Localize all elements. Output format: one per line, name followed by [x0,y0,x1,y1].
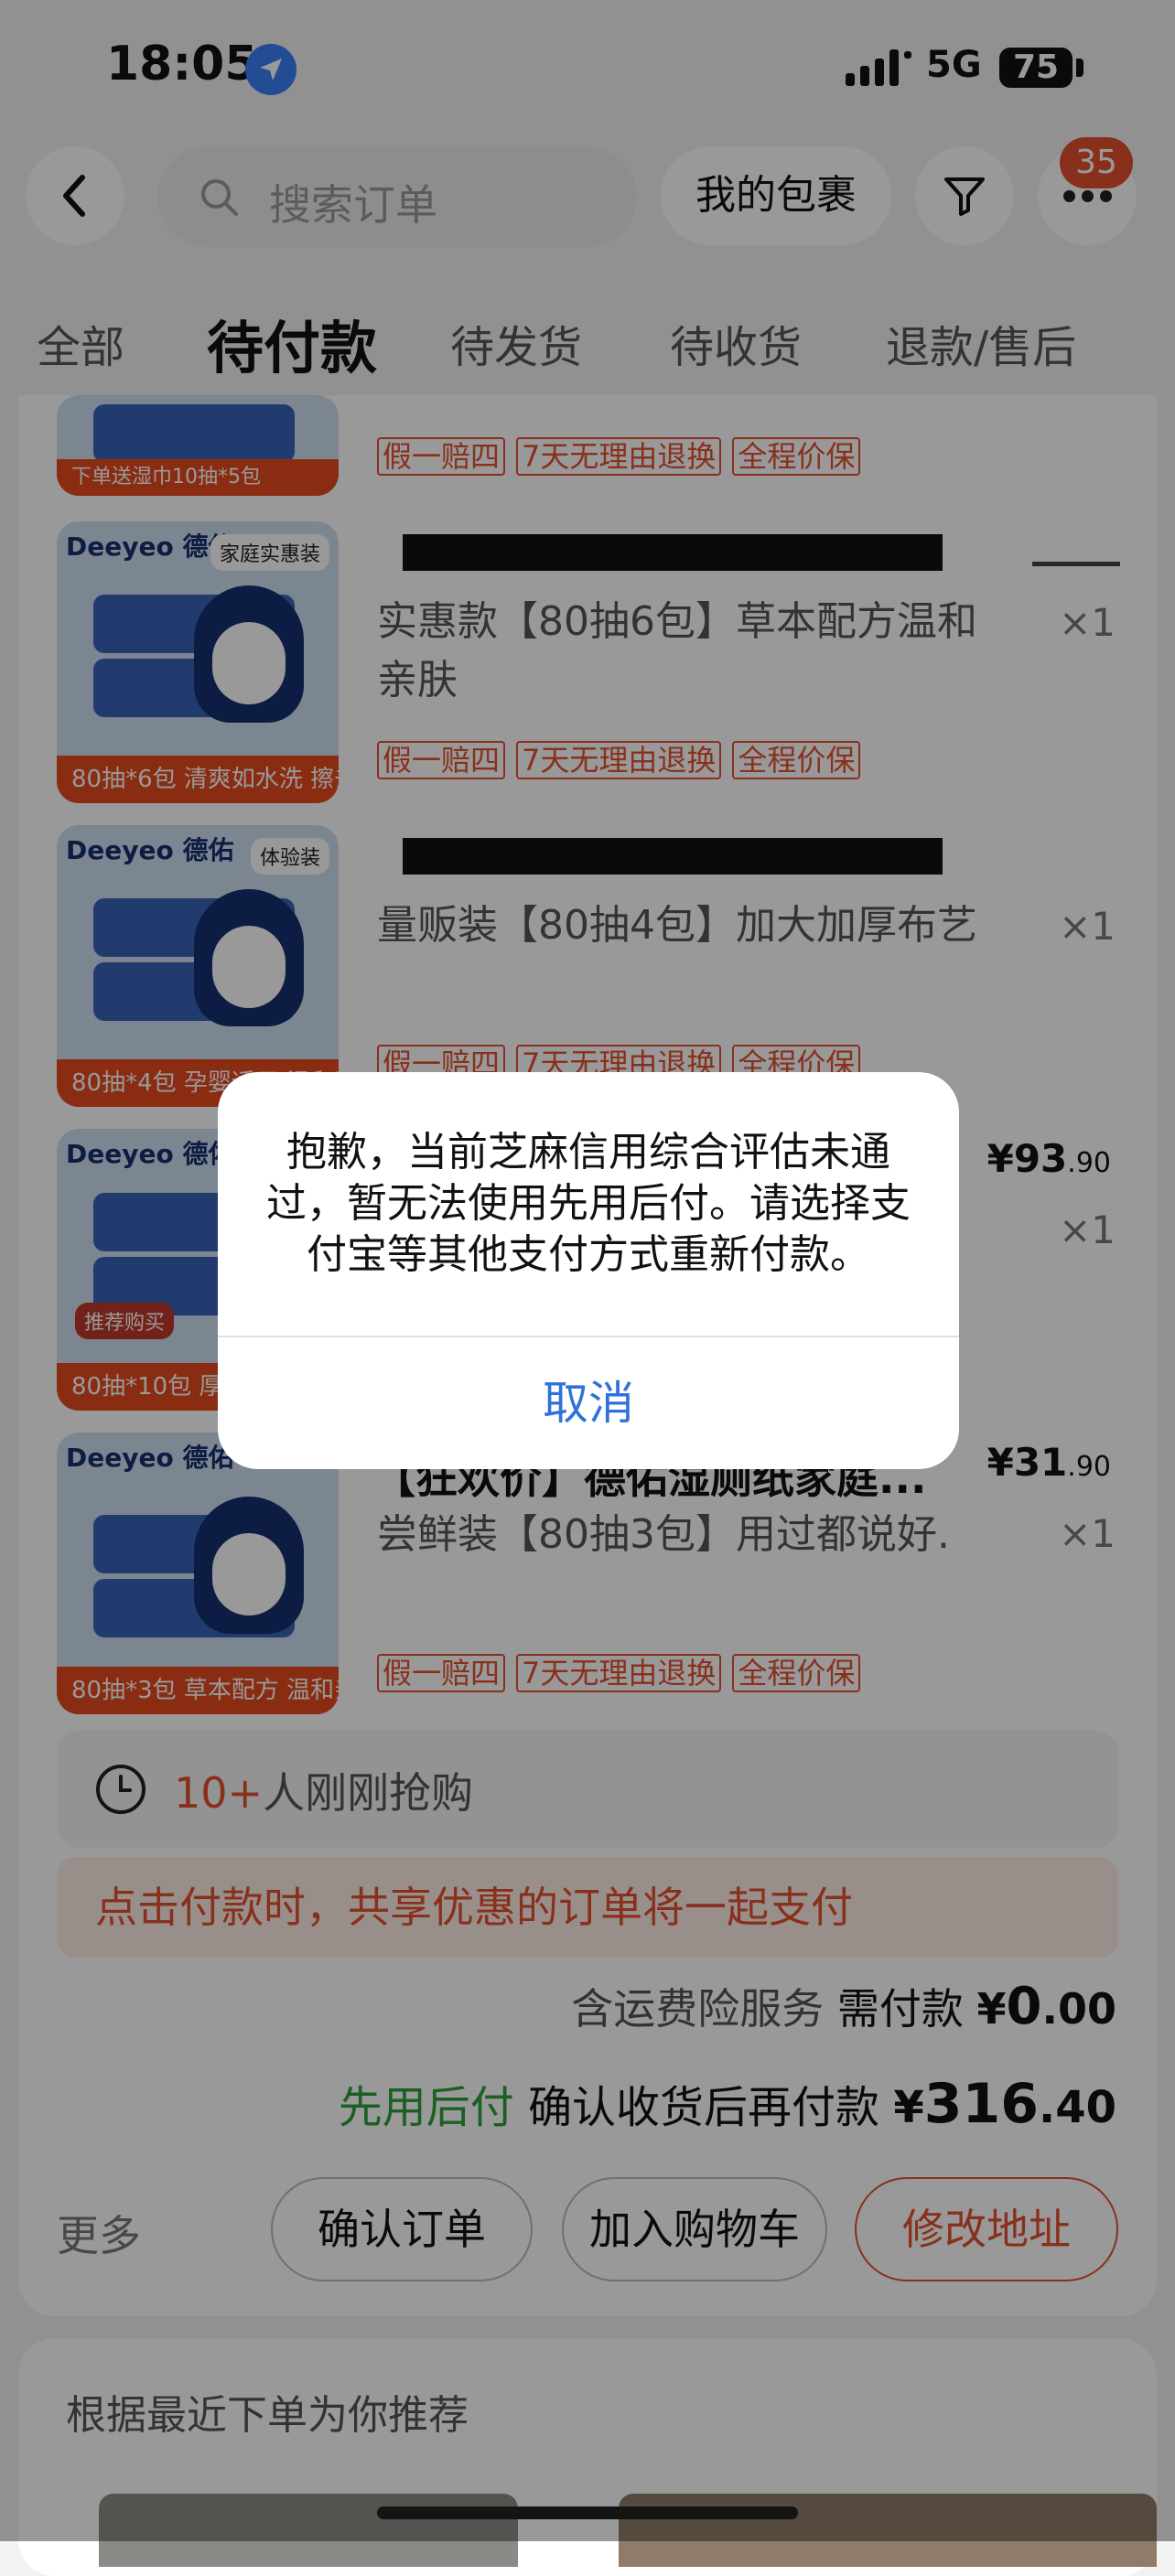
cancel-button[interactable]: 取消 [218,1337,959,1469]
alert-dialog: 抱歉，当前芝麻信用综合评估未通过，暂无法使用先用后付。请选择支付宝等其他支付方式… [218,1072,959,1469]
dialog-message: 抱歉，当前芝麻信用综合评估未通过，暂无法使用先用后付。请选择支付宝等其他支付方式… [266,1129,911,1278]
